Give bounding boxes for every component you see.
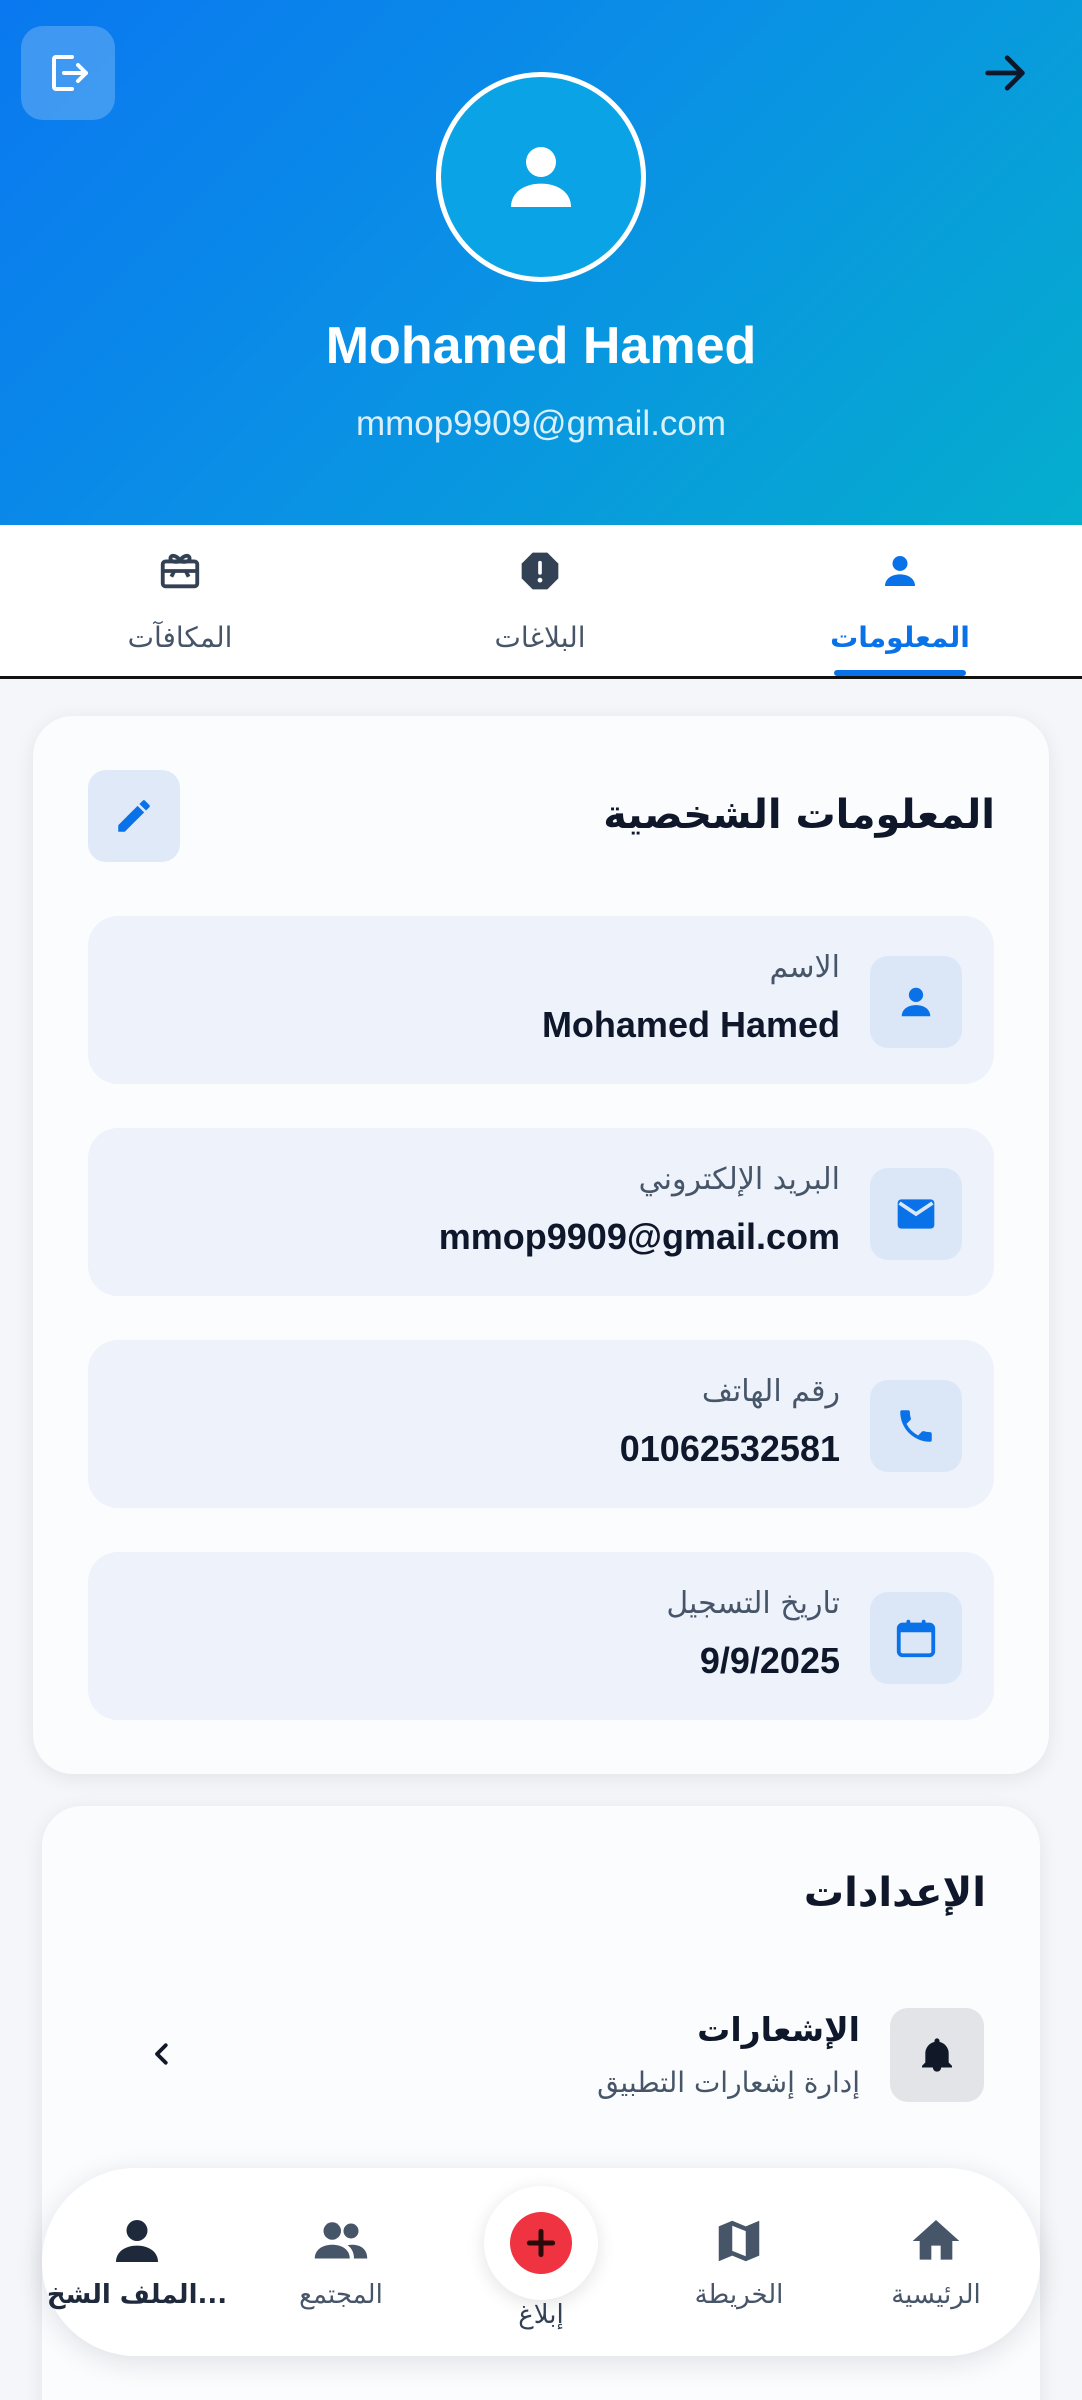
- nav-community[interactable]: المجتمع: [246, 2210, 436, 2310]
- personal-info-card: المعلومات الشخصية الاسم Mohamed Hamed ال…: [33, 716, 1049, 1774]
- personal-info-title: المعلومات الشخصية: [603, 792, 995, 838]
- arrow-right-icon: [985, 55, 1025, 91]
- chevron-left-icon: [142, 2034, 182, 2074]
- field-name-label: الاسم: [769, 950, 840, 985]
- gift-card-icon: [154, 545, 206, 597]
- nav-map[interactable]: الخريطة: [644, 2210, 834, 2310]
- field-email: البريد الإلكتروني mmop9909@gmail.com: [88, 1128, 994, 1296]
- setting-notifications[interactable]: الإشعارات إدارة إشعارات التطبيق: [102, 1978, 984, 2138]
- field-registration-date-value: 9/9/2025: [699, 1640, 840, 1681]
- tab-active-indicator: [834, 670, 966, 676]
- profile-header: Mohamed Hamed mmop9909@gmail.com: [0, 0, 1082, 525]
- field-registration-date-label: تاريخ التسجيل: [666, 1586, 840, 1621]
- group-icon: [310, 2210, 372, 2272]
- settings-title: الإعدادات: [803, 1870, 986, 1916]
- nav-home-label: الرئيسية: [891, 2280, 981, 2310]
- logout-icon: [52, 55, 88, 91]
- avatar[interactable]: [436, 72, 646, 282]
- nav-map-label: الخريطة: [694, 2280, 784, 2310]
- tab-reports[interactable]: البلاغات: [390, 525, 690, 676]
- alert-octagon-icon: [514, 545, 566, 597]
- person-icon: [106, 2210, 168, 2272]
- nav-home[interactable]: الرئيسية: [841, 2210, 1031, 2310]
- field-name: الاسم Mohamed Hamed: [88, 916, 994, 1084]
- tab-reports-label: البلاغات: [494, 621, 586, 654]
- setting-notifications-title: الإشعارات: [697, 2010, 860, 2049]
- profile-tabs: المعلومات البلاغات المكافآت: [0, 525, 1082, 679]
- calendar-icon: [870, 1592, 962, 1684]
- plus-icon: [526, 2228, 556, 2258]
- pencil-icon: [118, 800, 150, 832]
- bell-icon: [890, 2008, 984, 2102]
- user-email: mmop9909@gmail.com: [355, 404, 727, 443]
- logout-button[interactable]: [21, 26, 115, 120]
- person-icon: [870, 956, 962, 1048]
- phone-icon: [870, 1380, 962, 1472]
- tab-info[interactable]: المعلومات: [750, 525, 1050, 676]
- user-name: Mohamed Hamed: [325, 317, 757, 375]
- person-icon: [874, 545, 926, 597]
- report-button[interactable]: [484, 2186, 598, 2300]
- report-label: إبلاغ: [518, 2300, 564, 2330]
- field-registration-date: تاريخ التسجيل 9/9/2025: [88, 1552, 994, 1720]
- home-icon: [905, 2210, 967, 2272]
- map-icon: [708, 2210, 770, 2272]
- tab-info-label: المعلومات: [830, 621, 970, 654]
- mail-icon: [870, 1168, 962, 1260]
- field-phone-label: رقم الهاتف: [701, 1374, 840, 1409]
- nav-profile-label: الملف الشخ...: [46, 2280, 228, 2310]
- field-name-value: Mohamed Hamed: [541, 1004, 840, 1045]
- field-phone-value: 01062532581: [619, 1428, 840, 1469]
- tab-rewards[interactable]: المكافآت: [30, 525, 330, 676]
- bottom-nav: الرئيسية الخريطة إبلاغ المجتمع الملف الش…: [42, 2168, 1040, 2356]
- field-email-value: mmop9909@gmail.com: [438, 1216, 840, 1257]
- nav-community-label: المجتمع: [299, 2280, 383, 2310]
- back-button[interactable]: [970, 38, 1040, 108]
- setting-notifications-subtitle: إدارة إشعارات التطبيق: [597, 2066, 860, 2099]
- field-email-label: البريد الإلكتروني: [638, 1162, 840, 1197]
- person-icon: [511, 147, 571, 207]
- field-phone: رقم الهاتف 01062532581: [88, 1340, 994, 1508]
- report-fab: [510, 2212, 572, 2274]
- tab-rewards-label: المكافآت: [127, 621, 233, 654]
- edit-button[interactable]: [88, 770, 180, 862]
- nav-profile[interactable]: الملف الشخ...: [42, 2210, 232, 2310]
